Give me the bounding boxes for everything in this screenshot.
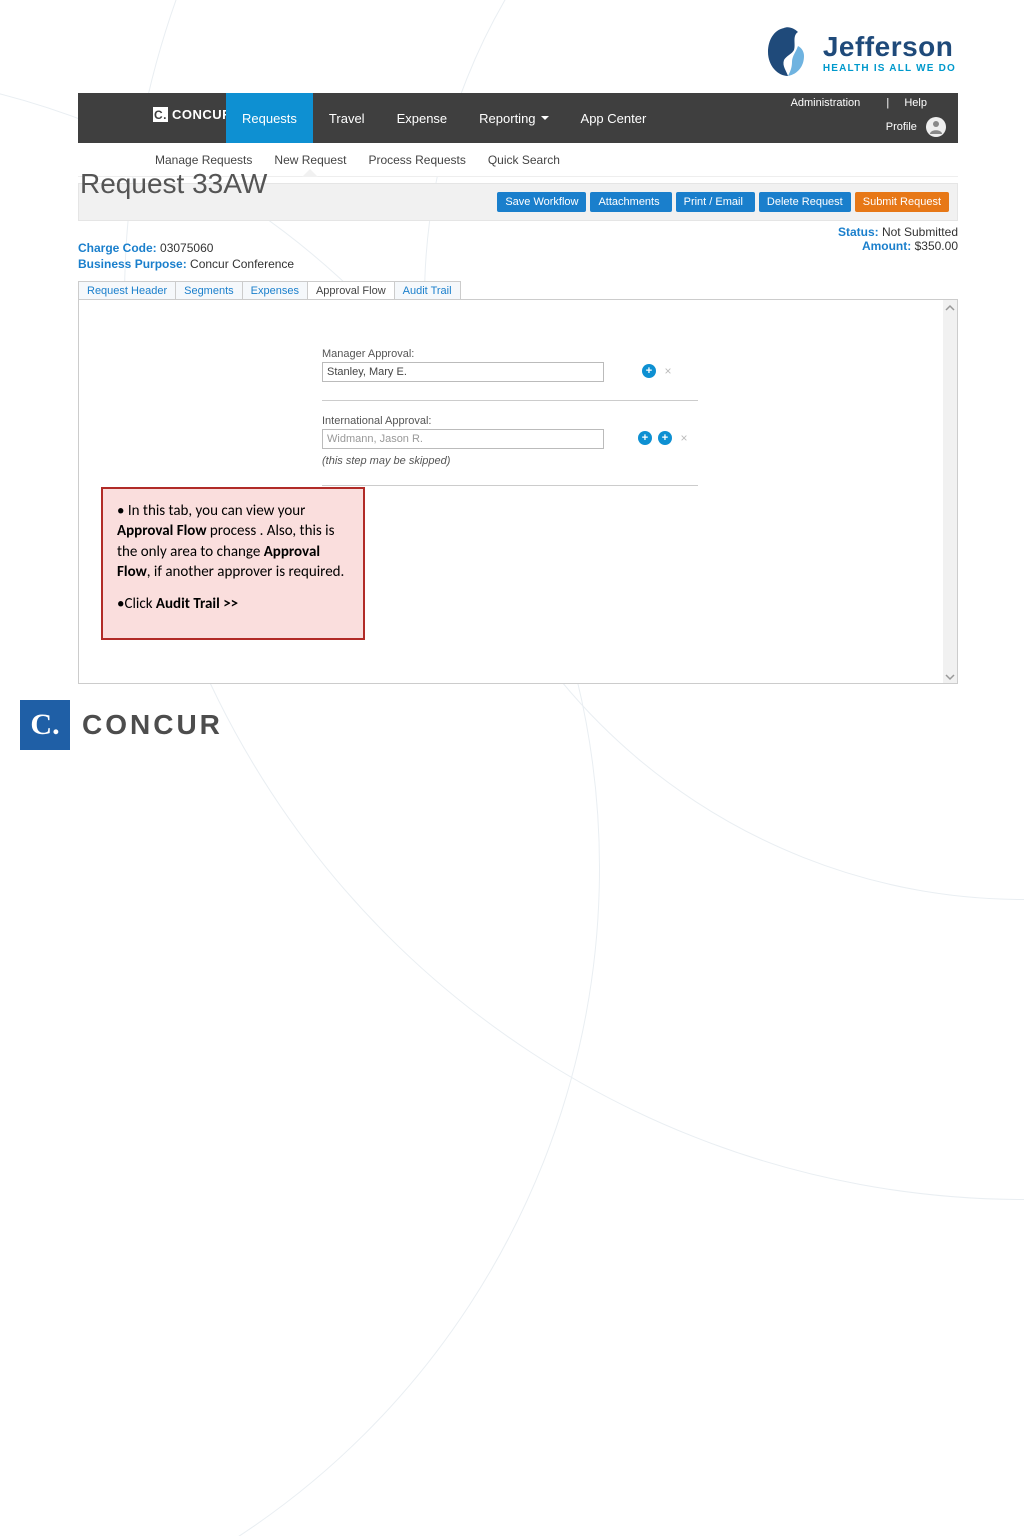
status-value: Not Submitted (882, 225, 958, 239)
add-approver-icon[interactable]: + (642, 364, 656, 378)
business-purpose-label: Business Purpose: (78, 257, 187, 271)
delete-request-button[interactable]: Delete Request (759, 192, 851, 212)
jefferson-tagline: HEALTH IS ALL WE DO (823, 63, 956, 74)
international-approval-label: International Approval: (322, 415, 698, 427)
remove-approver-icon[interactable]: × (678, 431, 690, 445)
nav-label: Expense (397, 111, 448, 126)
nav-label: Travel (329, 111, 365, 126)
callout-text-bold: Approval Flow (117, 522, 207, 540)
nav-administration[interactable]: Administration (787, 97, 876, 109)
approval-flow-panel: Manager Approval: + × International Appr… (78, 299, 958, 684)
top-nav-bar: C. CONCUR Requests Travel Expense Report… (78, 93, 958, 143)
amount-label: Amount: (862, 239, 911, 253)
nav-label: App Center (581, 111, 647, 126)
nav-label: Administration (791, 97, 861, 109)
concur-mark-icon: C. (153, 107, 168, 122)
jefferson-logo-icon (762, 26, 810, 78)
button-label: Delete Request (767, 196, 843, 208)
callout-text: • In this tab, you can view your (117, 502, 305, 520)
nav-requests[interactable]: Requests (226, 93, 313, 143)
skip-step-note: (this step may be skipped) (322, 455, 698, 467)
nav-travel[interactable]: Travel (313, 93, 381, 143)
nav-expense[interactable]: Expense (381, 93, 464, 143)
amount-value: $350.00 (915, 239, 958, 253)
callout-text: •Click (117, 595, 156, 613)
tab-expenses[interactable]: Expenses (242, 281, 308, 300)
nav-label: Profile (886, 121, 917, 133)
nav-label: Help (904, 97, 927, 109)
international-approval-group: International Approval: + + × (this step… (322, 415, 698, 486)
scroll-up-icon[interactable] (944, 301, 956, 313)
add-approver-after-icon[interactable]: + (658, 431, 672, 445)
submit-request-button[interactable]: Submit Request (855, 192, 949, 212)
jefferson-name: Jefferson (823, 31, 956, 63)
save-workflow-button[interactable]: Save Workflow (497, 192, 586, 212)
charge-code-value: 03075060 (160, 241, 213, 255)
business-purpose-value: Concur Conference (190, 257, 294, 271)
add-approver-before-icon[interactable]: + (638, 431, 652, 445)
instruction-callout: • In this tab, you can view your Approva… (101, 487, 365, 640)
tab-approval-flow[interactable]: Approval Flow (307, 281, 395, 300)
chevron-down-icon (541, 116, 549, 120)
button-label: Print / Email (684, 196, 743, 208)
concur-brand-label: CONCUR (172, 107, 232, 122)
scroll-down-icon[interactable] (944, 670, 956, 682)
subnav-new-request[interactable]: New Request (274, 153, 346, 167)
button-label: Submit Request (863, 196, 941, 208)
concur-footer-label: CONCUR (82, 709, 223, 741)
charge-code-label: Charge Code: (78, 241, 157, 255)
nav-label: Requests (242, 111, 297, 126)
nav-divider: | (886, 97, 889, 109)
attachments-button[interactable]: Attachments (590, 192, 671, 212)
status-label: Status: (838, 225, 879, 239)
callout-text-bold: Audit Trail >> (156, 595, 238, 613)
button-label: Attachments (598, 196, 659, 208)
international-approval-input[interactable] (322, 429, 604, 449)
concur-brand-small: C. CONCUR (153, 107, 232, 122)
callout-text: , if another approver is required. (147, 563, 345, 581)
concur-logo-icon: C. (20, 700, 70, 750)
user-avatar-icon[interactable] (926, 117, 946, 137)
manager-approval-label: Manager Approval: (322, 348, 698, 360)
nav-help[interactable]: Help (900, 97, 942, 109)
jefferson-brand: Jefferson HEALTH IS ALL WE DO (762, 26, 956, 78)
remove-approver-icon[interactable]: × (662, 364, 674, 378)
scrollbar[interactable] (943, 300, 957, 683)
manager-approval-group: Manager Approval: + × (322, 348, 698, 401)
tab-request-header[interactable]: Request Header (78, 281, 176, 300)
detail-tabs: Request Header Segments Expenses Approva… (78, 281, 958, 300)
tab-audit-trail[interactable]: Audit Trail (394, 281, 461, 300)
nav-reporting[interactable]: Reporting (463, 93, 564, 143)
nav-label: Reporting (479, 111, 535, 126)
nav-profile[interactable]: Profile (886, 121, 920, 133)
concur-footer-brand: C. CONCUR (20, 700, 223, 750)
tab-segments[interactable]: Segments (175, 281, 243, 300)
subnav-manage-requests[interactable]: Manage Requests (155, 153, 252, 167)
nav-appcenter[interactable]: App Center (565, 93, 663, 143)
subnav-process-requests[interactable]: Process Requests (368, 153, 465, 167)
print-email-button[interactable]: Print / Email (676, 192, 755, 212)
button-label: Save Workflow (505, 196, 578, 208)
page-title: Request 33AW (80, 168, 267, 200)
subnav-quick-search[interactable]: Quick Search (488, 153, 560, 167)
manager-approval-input[interactable] (322, 362, 604, 382)
